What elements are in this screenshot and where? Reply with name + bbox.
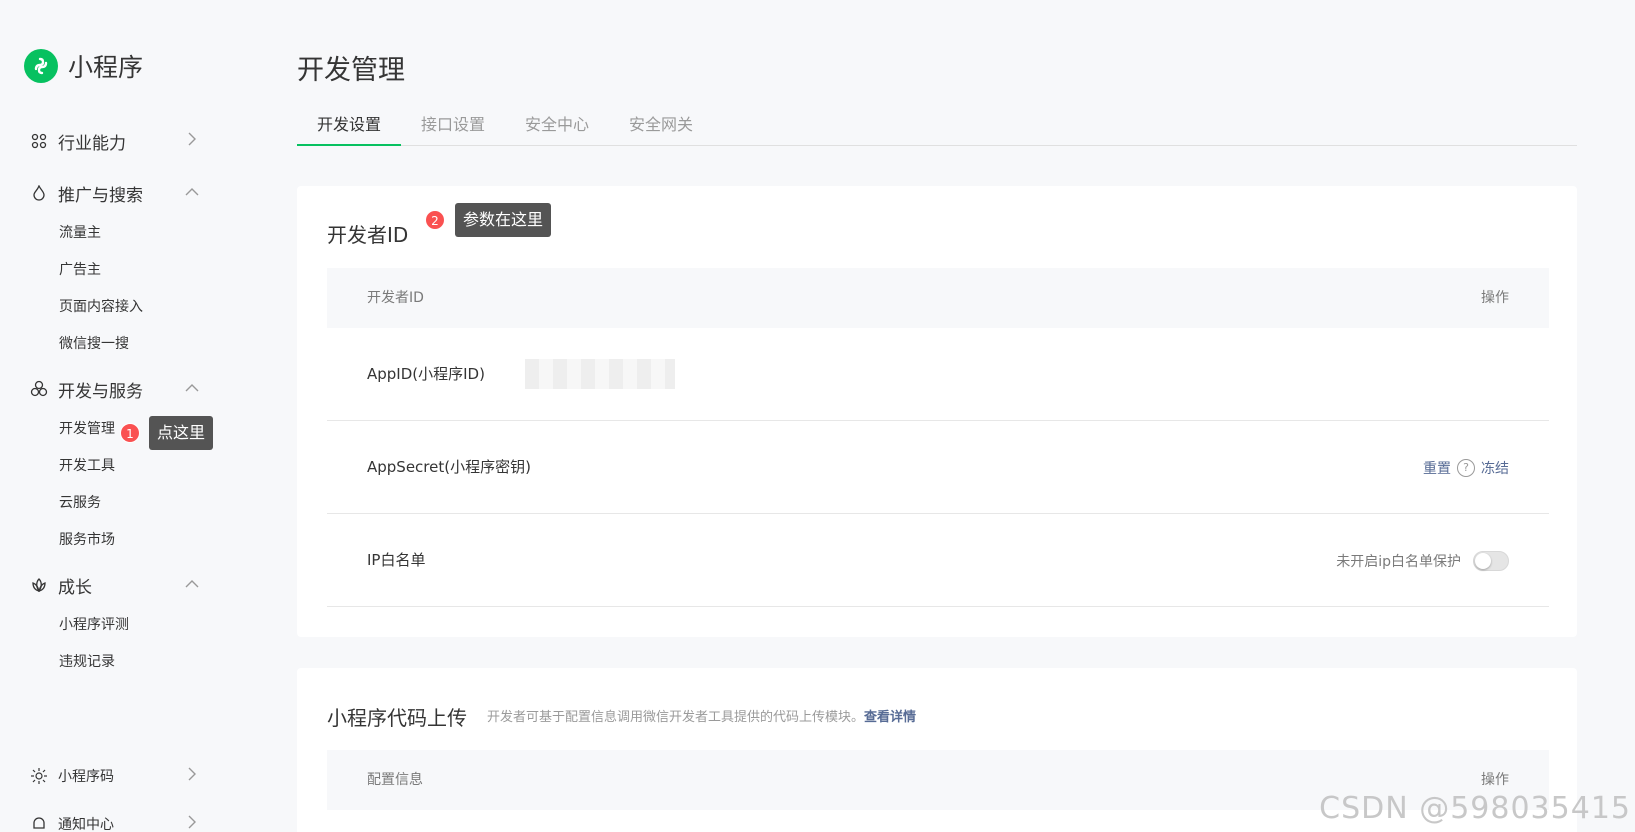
toggle-knob [1475, 552, 1491, 569]
sidebar-group-growth[interactable]: 成长 [30, 571, 200, 599]
tab-dev-settings[interactable]: 开发设置 [297, 108, 401, 146]
appsecret-actions: 重置 ? 冻结 [1423, 421, 1509, 514]
annotation-badge-2: 2 [425, 210, 445, 230]
table-row-appid: AppID(小程序ID) [327, 328, 1549, 421]
sidebar-item-dev-tools[interactable]: 开发工具 [59, 455, 115, 477]
developer-id-title: 开发者ID [327, 223, 409, 247]
view-details-link[interactable]: 查看详情 [864, 710, 916, 725]
sidebar-item-cloud-service[interactable]: 云服务 [59, 492, 101, 514]
reset-secret-link[interactable]: 重置 [1423, 458, 1451, 478]
sidebar: 小程序 行业能力 推广与搜索 流量主 广告主 页面内容接入 微信搜一搜 开发与服… [0, 0, 240, 832]
sidebar-item-violations[interactable]: 违规记录 [59, 651, 115, 673]
brand-title: 小程序 [68, 53, 144, 82]
chevron-right-icon [184, 767, 200, 785]
sidebar-item-page-content[interactable]: 页面内容接入 [59, 296, 143, 318]
sidebar-group-label: 成长 [58, 577, 92, 598]
column-header-config: 配置信息 [367, 772, 423, 788]
developer-id-card: 开发者ID 2 参数在这里 开发者ID 操作 AppID(小程序ID) AppS… [297, 186, 1577, 637]
brand[interactable]: 小程序 [24, 48, 143, 84]
sidebar-group-dev-service[interactable]: 开发与服务 [30, 375, 200, 403]
table-header: 开发者ID 操作 [327, 268, 1549, 328]
sidebar-item-dev-management[interactable]: 开发管理 [59, 418, 115, 440]
sidebar-group-label: 通知中心 [58, 817, 114, 832]
column-header-action: 操作 [1481, 290, 1509, 306]
appid-value-redacted [525, 359, 675, 389]
tab-security-gateway[interactable]: 安全网关 [609, 108, 713, 146]
appid-label: AppID(小程序ID) [367, 365, 485, 383]
sidebar-group-notifications[interactable]: 通知中心 [30, 810, 200, 832]
mini-program-logo-icon [24, 49, 58, 83]
ip-whitelist-status: 未开启ip白名单保护 [1336, 553, 1461, 570]
chevron-up-icon [184, 381, 200, 397]
table-row-appsecret: AppSecret(小程序密钥) 重置 ? 冻结 [327, 421, 1549, 514]
tab-security-center[interactable]: 安全中心 [505, 108, 609, 146]
chevron-right-icon [184, 815, 200, 832]
code-upload-desc: 开发者可基于配置信息调用微信开发者工具提供的代码上传模块。查看详情 [487, 706, 916, 725]
watermark: CSDN @598035415 [1319, 791, 1631, 826]
code-upload-desc-text: 开发者可基于配置信息调用微信开发者工具提供的代码上传模块。 [487, 710, 865, 725]
annotation-tooltip-2: 参数在这里 [455, 203, 552, 237]
sidebar-item-service-market[interactable]: 服务市场 [59, 529, 115, 551]
chevron-up-icon [184, 185, 200, 201]
chevron-right-icon [184, 132, 200, 150]
ip-whitelist-toggle[interactable] [1473, 550, 1509, 571]
sidebar-group-qrcode[interactable]: 小程序码 [30, 762, 200, 790]
tab-bar: 开发设置 接口设置 安全中心 安全网关 [297, 108, 1577, 146]
sidebar-item-wechat-search[interactable]: 微信搜一搜 [59, 333, 129, 355]
sidebar-item-evaluation[interactable]: 小程序评测 [59, 614, 129, 636]
bell-icon [30, 815, 48, 832]
sidebar-item-traffic-owner[interactable]: 流量主 [59, 222, 101, 244]
sidebar-group-label: 行业能力 [58, 133, 126, 154]
cluster-icon [30, 132, 48, 150]
ip-whitelist-actions: 未开启ip白名单保护 [1336, 514, 1509, 607]
sidebar-group-label: 小程序码 [58, 769, 114, 785]
code-upload-title: 小程序代码上传 [327, 706, 467, 730]
appsecret-label: AppSecret(小程序密钥) [367, 458, 531, 476]
sidebar-group-label: 推广与搜索 [58, 185, 143, 206]
annotation-tooltip-1: 点这里 [149, 416, 214, 450]
flame-icon [30, 184, 48, 202]
lotus-icon [30, 576, 48, 594]
help-icon[interactable]: ? [1457, 458, 1475, 477]
table-row-ip-whitelist: IP白名单 未开启ip白名单保护 [327, 514, 1549, 607]
tab-api-settings[interactable]: 接口设置 [401, 108, 505, 146]
column-header-id: 开发者ID [367, 290, 424, 306]
sidebar-group-industry[interactable]: 行业能力 [30, 127, 200, 155]
sidebar-group-promotion[interactable]: 推广与搜索 [30, 179, 200, 207]
sun-icon [30, 767, 48, 785]
sidebar-item-advertiser[interactable]: 广告主 [59, 259, 101, 281]
page-title: 开发管理 [297, 55, 405, 86]
sidebar-group-label: 开发与服务 [58, 381, 143, 402]
annotation-badge-1: 1 [120, 423, 140, 443]
circles-icon [30, 380, 48, 398]
ip-whitelist-label: IP白名单 [367, 551, 426, 569]
chevron-up-icon [184, 577, 200, 593]
freeze-secret-link[interactable]: 冻结 [1481, 458, 1509, 478]
